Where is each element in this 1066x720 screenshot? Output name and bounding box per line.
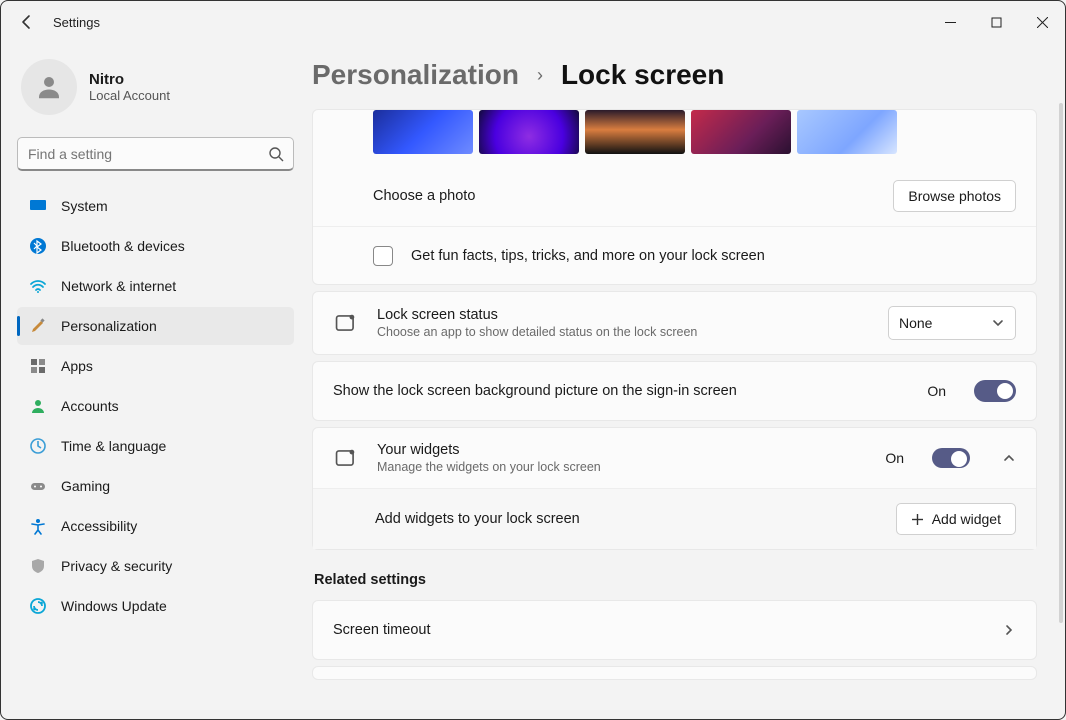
widgets-subtitle: Manage the widgets on your lock screen — [377, 460, 867, 474]
sidebar-item-apps[interactable]: Apps — [17, 347, 294, 385]
sidebar-item-time-language[interactable]: Time & language — [17, 427, 294, 465]
sidebar-item-label: Apps — [61, 358, 93, 374]
sidebar-item-accounts[interactable]: Accounts — [17, 387, 294, 425]
avatar — [21, 59, 77, 115]
status-selected-value: None — [899, 315, 932, 331]
accessibility-icon — [29, 517, 47, 535]
search-icon — [268, 146, 284, 162]
shield-icon — [29, 557, 47, 575]
page-title: Lock screen — [561, 59, 724, 91]
widgets-toggle-state: On — [885, 450, 904, 466]
fun-facts-label: Get fun facts, tips, tricks, and more on… — [411, 248, 1016, 264]
browse-photos-button[interactable]: Browse photos — [893, 180, 1016, 212]
fun-facts-checkbox[interactable] — [373, 246, 393, 266]
sidebar-item-label: Personalization — [61, 318, 157, 334]
profile-subtitle: Local Account — [89, 88, 170, 103]
lock-screen-status-card: Lock screen status Choose an app to show… — [312, 291, 1037, 355]
status-app-select[interactable]: None — [888, 306, 1016, 340]
sidebar-item-accessibility[interactable]: Accessibility — [17, 507, 294, 545]
picture-thumb[interactable] — [585, 110, 685, 154]
chevron-up-icon — [1002, 451, 1016, 465]
add-widgets-label: Add widgets to your lock screen — [375, 511, 878, 527]
bluetooth-icon — [29, 237, 47, 255]
scrollbar[interactable] — [1059, 103, 1063, 623]
sidebar-item-network[interactable]: Network & internet — [17, 267, 294, 305]
search-input[interactable] — [17, 137, 294, 171]
gamepad-icon — [29, 477, 47, 495]
person-icon — [29, 397, 47, 415]
profile-block[interactable]: Nitro Local Account — [17, 53, 294, 133]
sidebar-item-gaming[interactable]: Gaming — [17, 467, 294, 505]
picture-thumb[interactable] — [373, 110, 473, 154]
maximize-button[interactable] — [973, 6, 1019, 38]
sidebar-item-label: Time & language — [61, 438, 166, 454]
paintbrush-icon — [29, 317, 47, 335]
widgets-card: Your widgets Manage the widgets on your … — [312, 427, 1037, 550]
related-settings-heading: Related settings — [314, 572, 1037, 588]
apps-icon — [29, 357, 47, 375]
picture-thumb[interactable] — [797, 110, 897, 154]
sidebar-item-label: Accessibility — [61, 518, 137, 534]
sidebar-item-bluetooth[interactable]: Bluetooth & devices — [17, 227, 294, 265]
sidebar-item-personalization[interactable]: Personalization — [17, 307, 294, 345]
back-button[interactable] — [19, 14, 35, 30]
picture-thumb[interactable] — [691, 110, 791, 154]
screen-timeout-label: Screen timeout — [333, 622, 984, 638]
chevron-right-icon — [1002, 623, 1016, 637]
sidebar-item-label: Gaming — [61, 478, 110, 494]
add-widget-button[interactable]: Add widget — [896, 503, 1016, 535]
sidebar-item-label: Bluetooth & devices — [61, 238, 185, 254]
signin-background-toggle[interactable] — [974, 380, 1016, 402]
widgets-icon — [333, 445, 359, 471]
picture-thumb[interactable] — [479, 110, 579, 154]
sidebar-item-label: Privacy & security — [61, 558, 172, 574]
monitor-icon — [29, 197, 47, 215]
widgets-toggle[interactable] — [932, 448, 970, 468]
widgets-header-row[interactable]: Your widgets Manage the widgets on your … — [313, 428, 1036, 488]
sidebar-item-label: Accounts — [61, 398, 119, 414]
breadcrumb: Personalization › Lock screen — [312, 43, 1037, 109]
update-icon — [29, 597, 47, 615]
status-subtitle: Choose an app to show detailed status on… — [377, 325, 870, 339]
choose-photo-label: Choose a photo — [373, 188, 875, 204]
screen-timeout-row[interactable]: Screen timeout — [312, 600, 1037, 660]
add-widget-button-label: Add widget — [932, 511, 1001, 527]
status-icon — [333, 310, 359, 336]
sidebar-item-system[interactable]: System — [17, 187, 294, 225]
signin-toggle-state: On — [927, 383, 946, 399]
background-picture-card: Choose a photo Browse photos Get fun fac… — [312, 109, 1037, 285]
sidebar-item-label: Network & internet — [61, 278, 176, 294]
sidebar-item-label: System — [61, 198, 108, 214]
wifi-icon — [29, 277, 47, 295]
signin-background-label: Show the lock screen background picture … — [333, 383, 909, 399]
sidebar-item-privacy[interactable]: Privacy & security — [17, 547, 294, 585]
app-title: Settings — [53, 15, 100, 30]
profile-name: Nitro — [89, 71, 170, 88]
sidebar-item-windows-update[interactable]: Windows Update — [17, 587, 294, 625]
chevron-down-icon — [991, 316, 1005, 330]
globe-clock-icon — [29, 437, 47, 455]
status-title: Lock screen status — [377, 307, 870, 323]
minimize-button[interactable] — [927, 6, 973, 38]
plus-icon — [911, 513, 924, 526]
close-button[interactable] — [1019, 6, 1065, 38]
signin-background-card: Show the lock screen background picture … — [312, 361, 1037, 421]
next-card-peek — [312, 666, 1037, 680]
widgets-title: Your widgets — [377, 442, 867, 458]
chevron-right-icon: › — [537, 65, 543, 86]
breadcrumb-parent[interactable]: Personalization — [312, 59, 519, 91]
sidebar-item-label: Windows Update — [61, 598, 167, 614]
